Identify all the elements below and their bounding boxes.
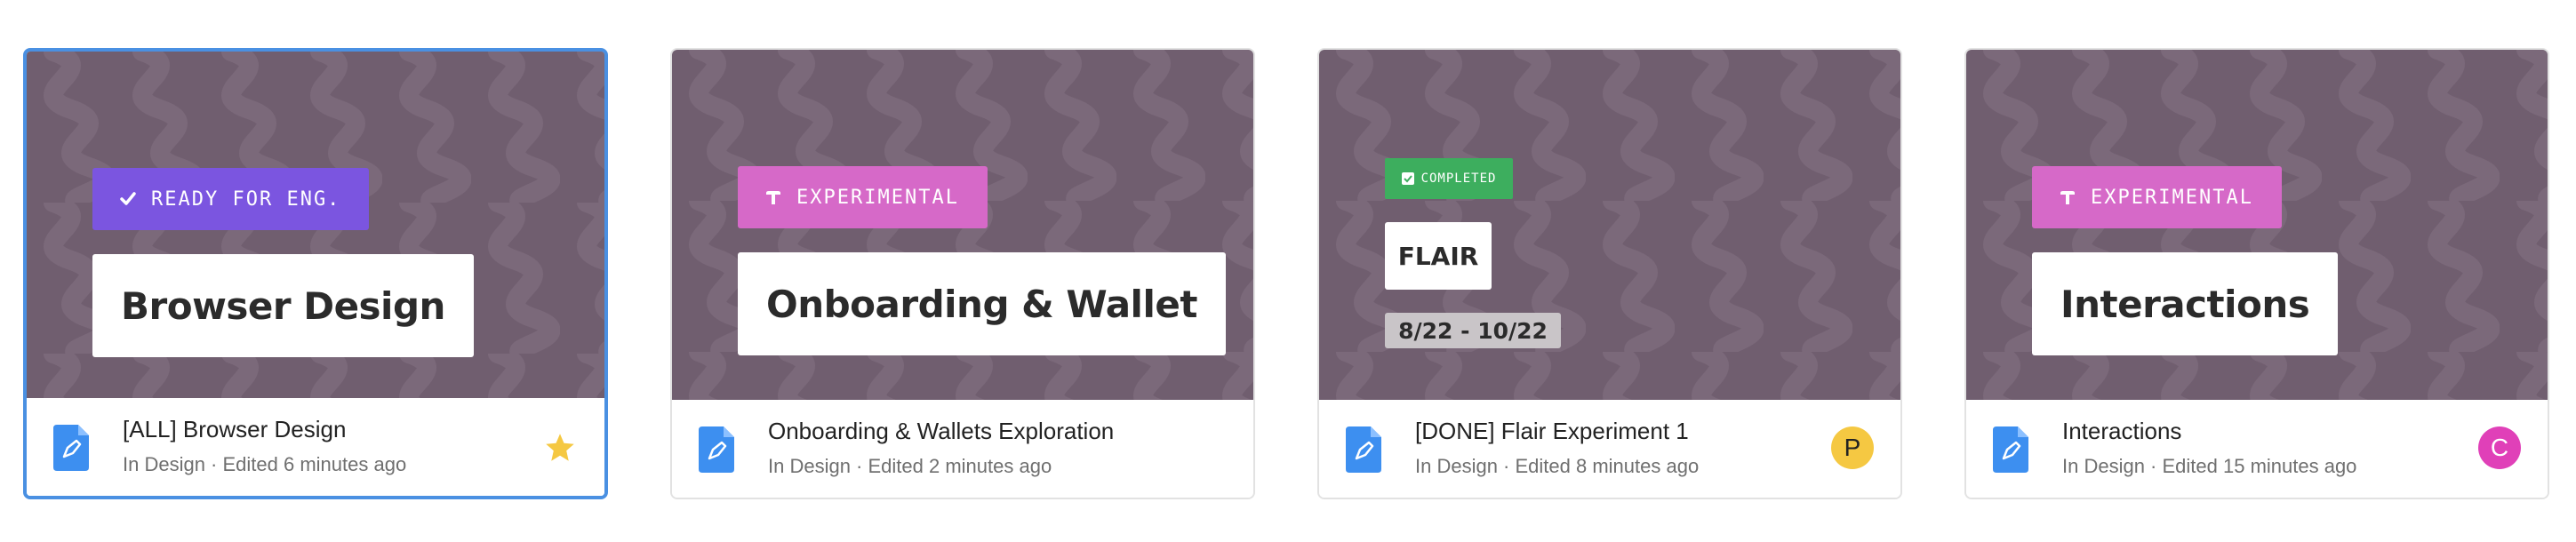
status-tag-label: EXPERIMENTAL [2091, 186, 2253, 209]
status-tag-label: EXPERIMENTAL [796, 186, 959, 209]
file-thumbnail: READY FOR ENG. Browser Design [27, 52, 604, 402]
status-tag: COMPLETED [1385, 158, 1513, 199]
flask-icon [2060, 191, 2075, 204]
file-thumbnail: EXPERIMENTAL Interactions [1966, 50, 2548, 402]
thumbnail-dates: 8/22 - 10/22 [1385, 313, 1561, 348]
file-meta: In Design · Edited 6 minutes ago [123, 453, 407, 475]
status-tag: EXPERIMENTAL [738, 166, 988, 228]
status-tag: EXPERIMENTAL [2032, 166, 2282, 228]
design-file-icon [53, 425, 89, 471]
design-file-icon [1346, 426, 1381, 473]
status-tag-label: COMPLETED [1420, 171, 1497, 186]
design-file-icon [699, 426, 734, 473]
card-footer: [DONE] Flair Experiment 1 In Design · Ed… [1319, 400, 1900, 498]
thumbnail-title: Browser Design [92, 254, 474, 357]
file-name[interactable]: Interactions [2062, 418, 2181, 445]
thumbnail-title: Onboarding & Wallet [738, 252, 1226, 355]
file-meta: In Design · Edited 15 minutes ago [2062, 455, 2357, 477]
card-footer: Interactions In Design · Edited 15 minut… [1966, 400, 2548, 498]
file-meta: In Design · Edited 8 minutes ago [1415, 455, 1700, 477]
flask-icon [766, 191, 780, 204]
file-name[interactable]: [DONE] Flair Experiment 1 [1415, 418, 1689, 445]
design-file-icon [1993, 426, 2028, 473]
avatar-initial: C [2490, 434, 2509, 461]
card-footer: Onboarding & Wallets Exploration In Desi… [672, 400, 1253, 498]
status-tag: READY FOR ENG. [92, 168, 370, 230]
file-name[interactable]: [ALL] Browser Design [123, 416, 346, 443]
file-thumbnail: EXPERIMENTAL Onboarding & Wallet [672, 50, 1253, 402]
file-card-interactions[interactable]: EXPERIMENTAL Interactions Interactions I… [1964, 48, 2549, 499]
avatar[interactable]: P [1831, 426, 1874, 469]
check-icon [120, 192, 136, 205]
thumbnail-title: FLAIR [1385, 222, 1492, 290]
file-thumbnail: COMPLETED FLAIR 8/22 - 10/22 [1319, 50, 1900, 402]
star-icon[interactable] [544, 432, 576, 464]
card-footer: [ALL] Browser Design In Design · Edited … [27, 398, 604, 496]
avatar[interactable]: C [2478, 426, 2521, 469]
checkbox-icon [1401, 172, 1414, 185]
thumbnail-title: Interactions [2032, 252, 2339, 355]
status-tag-label: READY FOR ENG. [151, 187, 341, 211]
file-card-browser-design[interactable]: READY FOR ENG. Browser Design [ALL] Brow… [23, 48, 608, 499]
file-card-onboarding[interactable]: EXPERIMENTAL Onboarding & Wallet Onboard… [670, 48, 1255, 499]
avatar-initial: P [1844, 434, 1861, 461]
file-card-flair[interactable]: COMPLETED FLAIR 8/22 - 10/22 [DONE] Flai… [1317, 48, 1902, 499]
file-meta: In Design · Edited 2 minutes ago [768, 455, 1052, 477]
file-name[interactable]: Onboarding & Wallets Exploration [768, 418, 1114, 445]
